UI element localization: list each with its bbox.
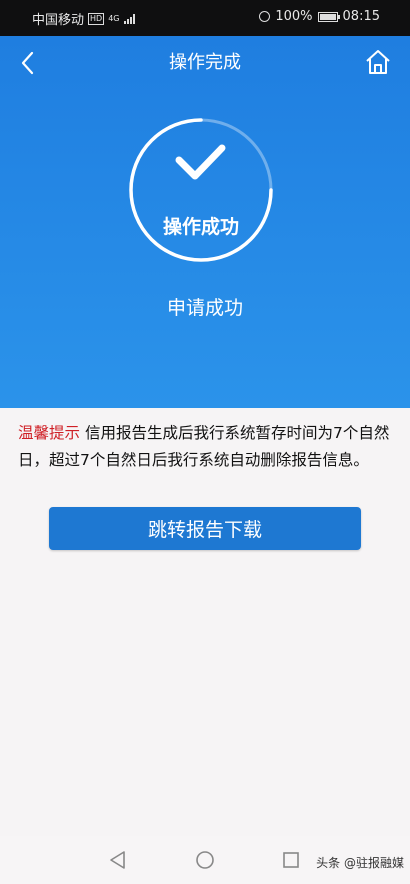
nav-home-button[interactable]: [195, 850, 215, 870]
clock-time: 08:15: [342, 9, 380, 24]
circle-home-icon: [196, 851, 214, 869]
battery-percent: 100%: [275, 9, 313, 24]
checkmark-icon: [175, 144, 226, 180]
home-button[interactable]: [364, 48, 392, 76]
status-right: 100% 08:15: [259, 9, 380, 24]
page-title: 操作完成: [169, 52, 241, 73]
status-left: 中国移动 HD 4G: [32, 9, 135, 28]
battery-icon: [317, 11, 340, 22]
hd-badge: HD: [88, 12, 105, 25]
success-ring: [129, 118, 273, 262]
download-report-button[interactable]: 跳转报告下载: [49, 507, 361, 550]
watermark: 头条 @驻报融媒: [316, 856, 404, 870]
tip-paragraph: 温馨提示 信用报告生成后我行系统暂存时间为7个自然日，超过7个自然日后我行系统自…: [18, 420, 396, 474]
tip-label: 温馨提示: [18, 424, 81, 442]
ring-label: 操作成功: [162, 216, 239, 238]
status-bar: 中国移动 HD 4G 100% 08:15: [0, 0, 410, 36]
nav-recents-button[interactable]: [282, 851, 300, 869]
network-type: 4G: [108, 13, 120, 23]
triangle-back-icon: [110, 851, 125, 869]
result-header: 操作完成 操作成功 申请成功: [0, 36, 410, 408]
square-recents-icon: [283, 852, 299, 868]
home-icon: [366, 50, 390, 74]
carrier-name: 中国移动: [32, 13, 85, 28]
system-nav-bar: 头条 @驻报融媒: [0, 836, 410, 884]
result-subtitle: 申请成功: [166, 297, 243, 319]
nav-back-button[interactable]: [108, 850, 128, 870]
alarm-icon: [259, 11, 271, 22]
signal-icon: [123, 13, 135, 24]
